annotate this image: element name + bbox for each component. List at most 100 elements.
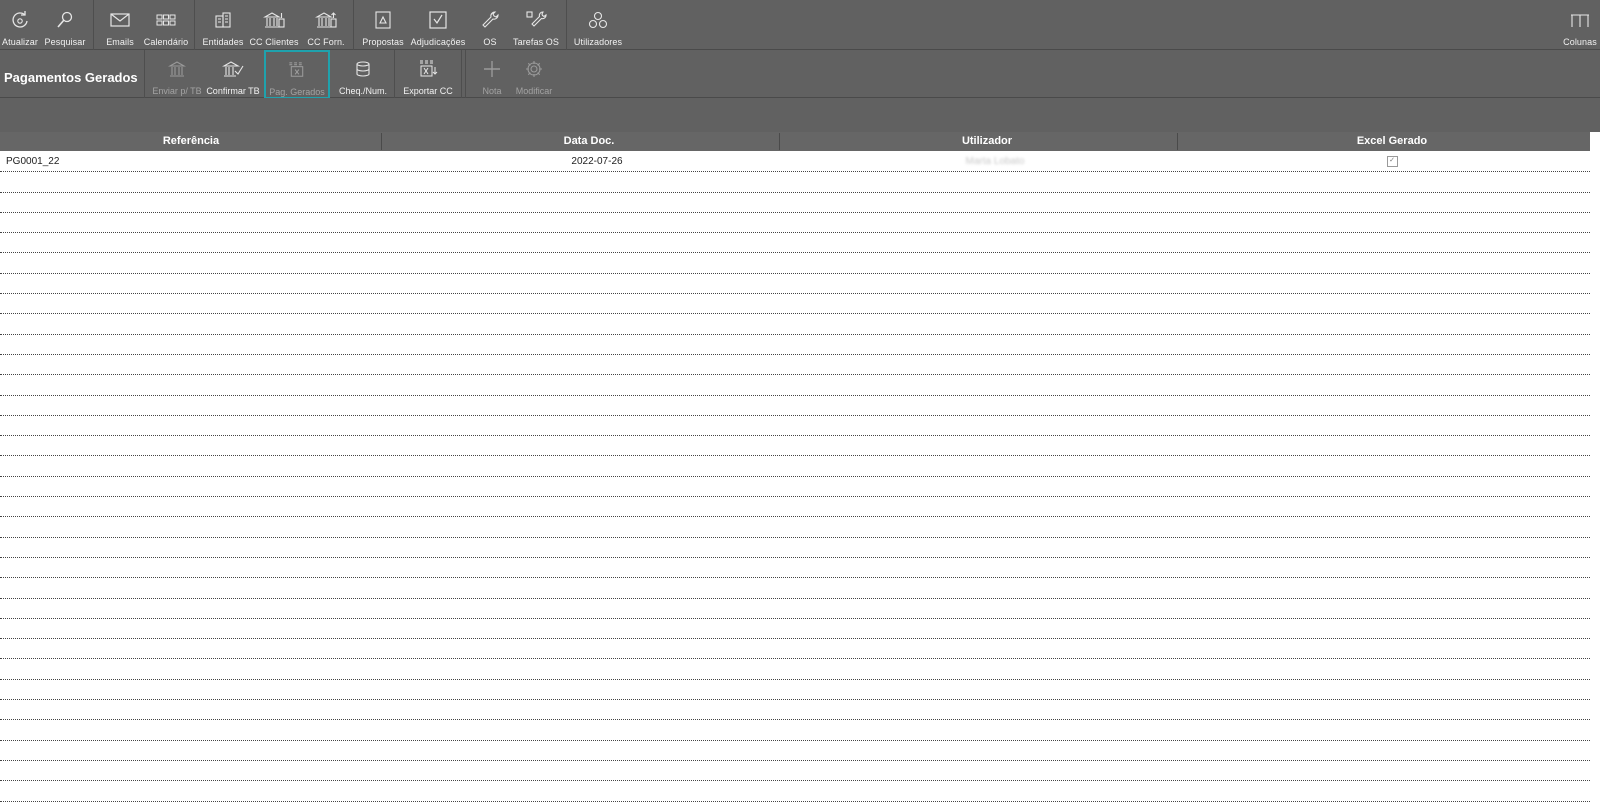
modify-button[interactable]: Modificar bbox=[512, 50, 556, 98]
cheques-label: Cheq./Num. bbox=[338, 86, 388, 96]
excel-generated-icon bbox=[289, 62, 304, 77]
table-row-empty bbox=[0, 416, 1590, 437]
confirm-tb-label: Confirmar TB bbox=[206, 86, 260, 96]
table-row-empty bbox=[0, 538, 1590, 558]
table-row-empty bbox=[0, 477, 1590, 498]
plus-icon bbox=[484, 61, 500, 77]
column-header-label: Data Doc. bbox=[563, 135, 615, 147]
table-row-empty bbox=[0, 396, 1590, 416]
table-row-empty bbox=[0, 274, 1590, 295]
generated-payments-button[interactable]: Pag. Gerados bbox=[264, 50, 330, 99]
users-button[interactable]: Utilizadores bbox=[572, 0, 624, 50]
table-row-empty bbox=[0, 456, 1590, 477]
confirm-tb-button[interactable]: Confirmar TB bbox=[206, 50, 260, 98]
refresh-button[interactable]: Atualizar bbox=[0, 0, 40, 50]
column-header-label: Referência bbox=[162, 135, 220, 147]
send-to-tb-label: Enviar p/ TB bbox=[152, 86, 202, 96]
cc-suppliers-label: CC Forn. bbox=[307, 37, 345, 47]
table-row-empty bbox=[0, 436, 1590, 457]
column-header-data-doc[interactable]: Data Doc. bbox=[398, 132, 780, 151]
column-header-excel-gerado[interactable]: Excel Gerado bbox=[1194, 132, 1590, 151]
table-row-empty bbox=[0, 172, 1590, 193]
table-row-empty bbox=[0, 639, 1590, 660]
users-icon bbox=[588, 11, 608, 29]
table-row-empty bbox=[0, 253, 1590, 274]
proposals-button[interactable]: Propostas bbox=[358, 0, 408, 50]
table-row[interactable]: PG0001_22 2022-07-26 Marta Lobato ✓ bbox=[0, 152, 1590, 173]
table-row-empty bbox=[0, 741, 1590, 761]
adjudications-button[interactable]: Adjudicações bbox=[408, 0, 468, 50]
bank-client-icon bbox=[263, 12, 285, 28]
table-header: Referência Data Doc. Utilizador Excel Ge… bbox=[0, 132, 1590, 151]
column-header-label: Excel Gerado bbox=[1356, 135, 1428, 147]
os-label: OS bbox=[483, 37, 497, 47]
table-row-empty bbox=[0, 294, 1590, 315]
separator bbox=[93, 0, 94, 50]
table-row-empty bbox=[0, 517, 1590, 538]
column-spacer bbox=[1178, 132, 1194, 151]
entities-button[interactable]: Entidades bbox=[200, 0, 246, 50]
columns-button[interactable]: Colunas bbox=[1560, 0, 1600, 50]
cc-clients-button[interactable]: CC Clientes bbox=[248, 0, 300, 50]
search-icon bbox=[57, 11, 73, 28]
table-row-empty bbox=[0, 781, 1590, 802]
filter-band bbox=[0, 98, 1600, 132]
table-row-empty bbox=[0, 213, 1590, 234]
excel-generated-checkbox[interactable]: ✓ bbox=[1386, 155, 1398, 167]
cheques-button[interactable]: Cheq./Num. bbox=[336, 50, 390, 98]
table-row-empty bbox=[0, 314, 1590, 335]
table-row-empty bbox=[0, 700, 1590, 721]
bank-confirm-icon bbox=[222, 61, 244, 77]
calendar-label: Calendário bbox=[143, 37, 189, 47]
os-button[interactable]: OS bbox=[470, 0, 510, 50]
os-tasks-label: Tarefas OS bbox=[512, 37, 560, 47]
separator bbox=[144, 50, 145, 98]
table-row-empty bbox=[0, 619, 1590, 640]
modify-label: Modificar bbox=[515, 86, 553, 96]
table-row-empty bbox=[0, 233, 1590, 254]
os-tasks-button[interactable]: Tarefas OS bbox=[510, 0, 562, 50]
emails-button[interactable]: Emails bbox=[98, 0, 142, 50]
table-row-empty bbox=[0, 578, 1590, 599]
column-header-utilizador[interactable]: Utilizador bbox=[796, 132, 1178, 151]
entities-label: Entidades bbox=[202, 37, 244, 47]
wrench-icon bbox=[482, 11, 499, 28]
table-row-empty bbox=[0, 497, 1590, 518]
proposal-icon bbox=[375, 11, 391, 29]
separator bbox=[353, 0, 354, 50]
column-header-referencia[interactable]: Referência bbox=[0, 132, 382, 151]
table-row-empty bbox=[0, 193, 1590, 213]
table-row-empty bbox=[0, 659, 1590, 680]
table-row-empty bbox=[0, 680, 1590, 701]
database-icon bbox=[356, 61, 370, 77]
refresh-icon bbox=[12, 11, 28, 28]
cc-clients-label: CC Clientes bbox=[249, 37, 299, 47]
note-button[interactable]: Nota bbox=[472, 50, 512, 98]
scrollbar-track[interactable] bbox=[1590, 132, 1600, 803]
actions-toolbar: Pagamentos Gerados Enviar p/ TB Confirma… bbox=[0, 50, 1600, 99]
export-cc-button[interactable]: Exportar CC bbox=[400, 50, 456, 98]
users-label: Utilizadores bbox=[573, 37, 623, 47]
note-label: Nota bbox=[482, 86, 502, 96]
main-toolbar: Atualizar Pesquisar Emails Calendário En… bbox=[0, 0, 1600, 50]
export-cc-label: Exportar CC bbox=[403, 86, 453, 96]
generated-payments-label: Pag. Gerados bbox=[269, 87, 325, 97]
cc-suppliers-button[interactable]: CC Forn. bbox=[302, 0, 350, 50]
send-to-tb-button[interactable]: Enviar p/ TB bbox=[150, 50, 204, 98]
gear-icon bbox=[526, 61, 542, 77]
cell-excel-gerado: ✓ bbox=[1194, 152, 1590, 171]
calendar-button[interactable]: Calendário bbox=[142, 0, 190, 50]
adjudications-label: Adjudicações bbox=[410, 37, 466, 47]
column-spacer bbox=[382, 132, 398, 151]
envelope-icon bbox=[110, 13, 130, 27]
tasks-wrench-icon bbox=[526, 11, 547, 27]
table-row-empty bbox=[0, 599, 1590, 619]
proposals-label: Propostas bbox=[362, 37, 404, 47]
separator bbox=[461, 50, 462, 98]
separator bbox=[465, 50, 466, 98]
refresh-label: Atualizar bbox=[2, 37, 38, 47]
columns-icon bbox=[1571, 14, 1589, 27]
search-button[interactable]: Pesquisar bbox=[42, 0, 88, 50]
table-row-empty bbox=[0, 558, 1590, 579]
entities-icon bbox=[215, 12, 231, 28]
